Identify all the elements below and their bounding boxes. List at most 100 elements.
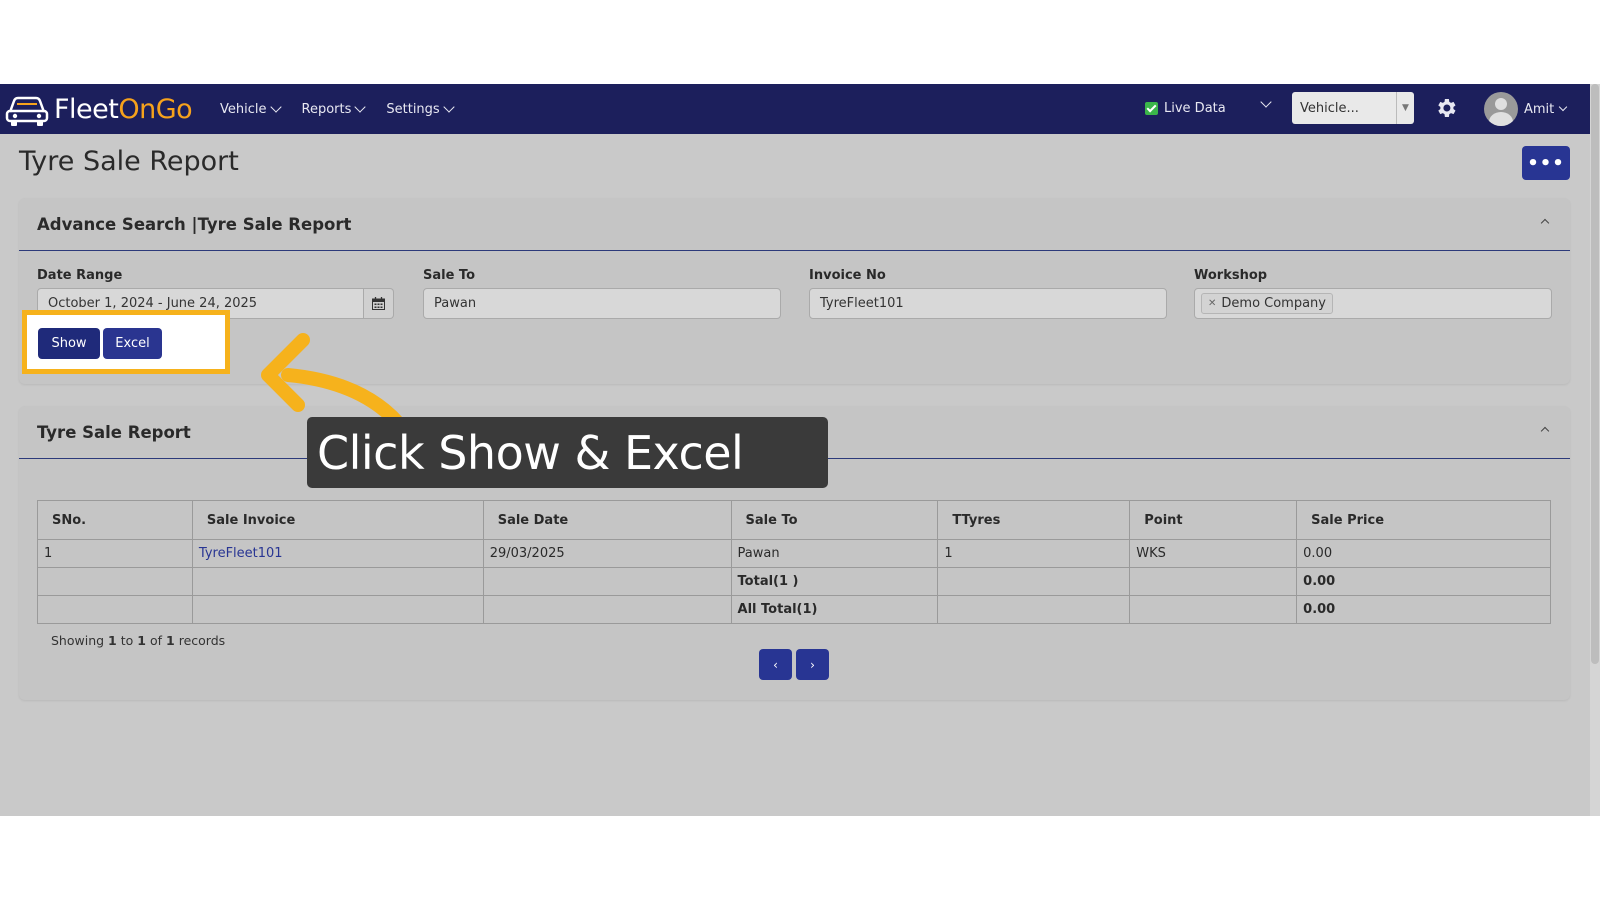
nav-item-label: Vehicle <box>220 101 267 117</box>
advance-search-header[interactable]: Advance Search |Tyre Sale Report <box>19 198 1570 251</box>
total-price: 0.00 <box>1296 567 1551 596</box>
fleetongo-logo[interactable]: FleetOnGo <box>4 90 193 128</box>
chevron-up-icon[interactable] <box>1540 426 1550 436</box>
records-summary: Showing 1 to 1 of 1 records <box>51 633 225 648</box>
excel-button[interactable]: Excel <box>103 328 162 359</box>
chevron-down-icon <box>354 101 367 113</box>
empty-cell <box>1129 595 1298 624</box>
live-data-checkbox[interactable] <box>1145 102 1158 115</box>
cell-point: WKS <box>1129 539 1298 568</box>
empty-cell <box>1129 567 1298 596</box>
workshop-tag-label: Demo Company <box>1221 296 1326 311</box>
vehicle-select[interactable]: Vehicle... ▼ <box>1292 92 1414 124</box>
sale-to-value: Pawan <box>434 296 477 311</box>
avatar <box>1484 92 1518 126</box>
date-range-value: October 1, 2024 - June 24, 2025 <box>48 296 258 311</box>
workshop-label: Workshop <box>1194 268 1268 283</box>
calendar-icon <box>372 297 385 310</box>
page-scrollbar[interactable] <box>1590 84 1600 816</box>
summary-from: 1 <box>108 633 117 648</box>
empty-cell <box>191 567 484 596</box>
report-title: Tyre Sale Report <box>37 422 191 442</box>
cell-sale-to: Pawan <box>730 539 939 568</box>
column-header[interactable]: Sale Invoice <box>191 500 484 540</box>
cell-invoice: TyreFleet101 <box>191 539 484 568</box>
workshop-tag: ✕ Demo Company <box>1201 293 1333 314</box>
empty-cell <box>937 567 1131 596</box>
column-header[interactable]: Sale Price <box>1296 500 1551 540</box>
nav-item-label: Reports <box>301 101 352 117</box>
summary-of-word: of <box>149 633 163 648</box>
workshop-select[interactable]: ✕ Demo Company <box>1194 288 1552 319</box>
empty-cell <box>37 567 193 596</box>
table-header-row: SNo. Sale Invoice Sale Date Sale To TTyr… <box>37 500 1551 540</box>
brand-fleet: Fleet <box>54 93 119 125</box>
cell-tyres: 1 <box>937 539 1131 568</box>
cell-date: 29/03/2025 <box>482 539 732 568</box>
empty-cell <box>482 595 732 624</box>
brand-name: FleetOnGo <box>54 93 193 125</box>
chevron-down-icon[interactable] <box>1260 96 1272 108</box>
gear-icon[interactable] <box>1434 96 1458 120</box>
close-icon[interactable]: ✕ <box>1208 298 1216 309</box>
summary-to-word: to <box>120 633 134 648</box>
summary-suffix: records <box>178 633 226 648</box>
chevron-up-icon[interactable] <box>1540 218 1550 228</box>
invoice-no-input[interactable]: TyreFleet101 <box>809 288 1167 319</box>
advance-search-card: Advance Search |Tyre Sale Report Date Ra… <box>19 198 1570 384</box>
live-data-toggle[interactable]: Live Data <box>1145 101 1226 116</box>
caret-down-icon[interactable]: ▼ <box>1396 92 1414 124</box>
top-navbar: FleetOnGo Vehicle Reports Settings Live … <box>0 84 1590 134</box>
next-page-button[interactable]: › <box>796 649 829 680</box>
page-title: Tyre Sale Report <box>19 146 239 177</box>
nav-item-reports[interactable]: Reports <box>301 101 367 117</box>
chevron-down-icon <box>1559 102 1568 112</box>
invoice-link[interactable]: TyreFleet101 <box>199 546 283 561</box>
cell-sno: 1 <box>37 539 193 568</box>
vehicle-select-value: Vehicle... <box>1300 100 1359 116</box>
all-total-price: 0.00 <box>1296 595 1551 624</box>
user-menu[interactable]: Amit <box>1484 92 1568 126</box>
column-header[interactable]: SNo. <box>37 500 193 540</box>
nav-item-label: Settings <box>386 101 440 117</box>
total-row: Total(1 ) 0.00 <box>37 567 1551 596</box>
empty-cell <box>937 595 1131 624</box>
summary-prefix: Showing <box>51 633 105 648</box>
main-nav: Vehicle Reports Settings <box>220 84 455 134</box>
table-row: 1 TyreFleet101 29/03/2025 Pawan 1 WKS 0.… <box>37 539 1551 568</box>
date-range-label: Date Range <box>37 268 123 283</box>
brand-ongo: OnGo <box>118 93 193 125</box>
column-header[interactable]: TTyres <box>937 500 1131 540</box>
empty-cell <box>191 595 484 624</box>
nav-item-vehicle[interactable]: Vehicle <box>220 101 282 117</box>
sale-to-label: Sale To <box>423 268 476 283</box>
summary-total: 1 <box>166 633 175 648</box>
chevron-down-icon <box>269 101 282 113</box>
car-icon <box>5 96 49 126</box>
advance-search-title: Advance Search |Tyre Sale Report <box>37 214 352 234</box>
cell-price: 0.00 <box>1296 539 1551 568</box>
user-name: Amit <box>1524 101 1555 117</box>
instruction-tooltip: Click Show & Excel <box>307 417 828 488</box>
prev-page-button[interactable]: ‹ <box>759 649 792 680</box>
empty-cell <box>482 567 732 596</box>
summary-to: 1 <box>137 633 146 648</box>
calendar-button[interactable] <box>364 288 394 319</box>
show-button[interactable]: Show <box>38 328 100 359</box>
column-header[interactable]: Sale To <box>730 500 939 540</box>
scrollbar-thumb[interactable] <box>1591 84 1599 664</box>
empty-cell <box>37 595 193 624</box>
column-header[interactable]: Point <box>1129 500 1298 540</box>
all-total-label: All Total(1) <box>730 595 939 624</box>
invoice-no-value: TyreFleet101 <box>820 296 904 311</box>
total-label: Total(1 ) <box>730 567 939 596</box>
live-data-label: Live Data <box>1164 101 1226 116</box>
nav-item-settings[interactable]: Settings <box>386 101 455 117</box>
sale-to-input[interactable]: Pawan <box>423 288 781 319</box>
more-options-button[interactable]: ••• <box>1522 146 1570 180</box>
chevron-down-icon <box>443 101 455 113</box>
report-table: SNo. Sale Invoice Sale Date Sale To TTyr… <box>37 500 1551 624</box>
all-total-row: All Total(1) 0.00 <box>37 595 1551 624</box>
column-header[interactable]: Sale Date <box>482 500 732 540</box>
invoice-no-label: Invoice No <box>809 268 886 283</box>
